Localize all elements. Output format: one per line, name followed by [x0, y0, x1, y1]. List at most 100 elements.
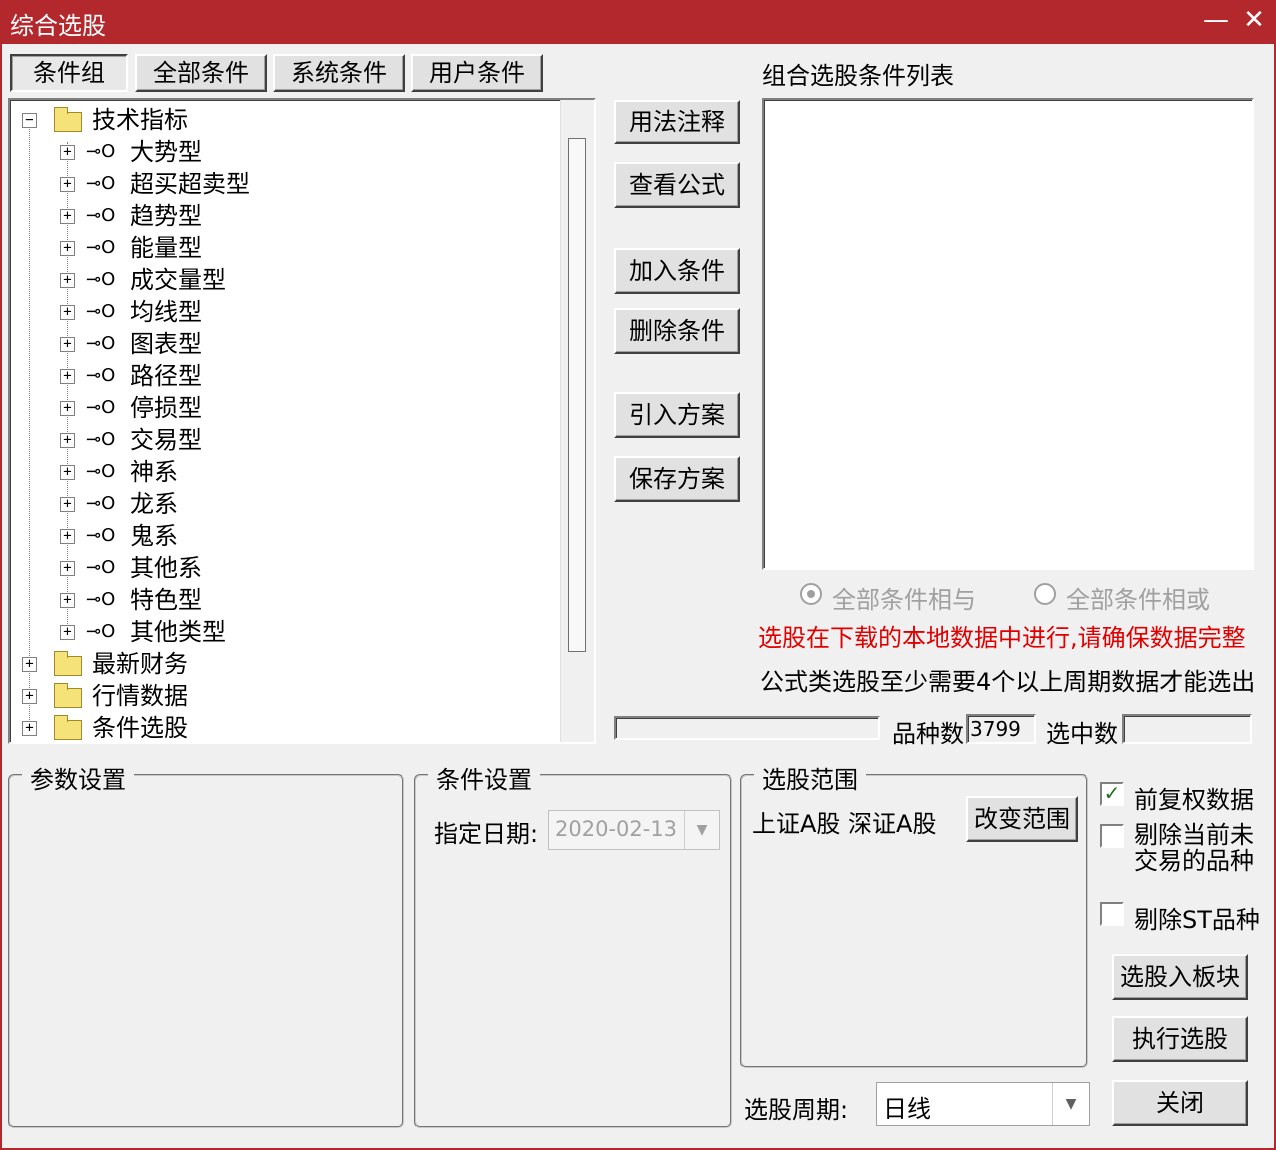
expand-icon[interactable]: + — [60, 433, 75, 448]
tree-node-finance[interactable]: + 最新财务 — [10, 648, 550, 680]
tree-node-label: 最新财务 — [92, 650, 188, 678]
tab-all-conditions[interactable]: 全部条件 — [135, 54, 267, 92]
condition-list-title: 组合选股条件列表 — [762, 62, 954, 90]
expand-icon[interactable]: + — [60, 273, 75, 288]
tree-node-child[interactable]: + ⊸O 交易型 — [10, 424, 550, 456]
folder-icon — [54, 107, 82, 132]
key-icon: ⊸O — [86, 525, 116, 546]
date-picker[interactable]: 2020-02-13 ▼ — [548, 810, 720, 850]
title-bar: 综合选股 — ✕ — [0, 0, 1276, 44]
tree-node-label: 停损型 — [130, 394, 202, 422]
tree-scrollbar[interactable] — [560, 100, 594, 742]
expand-icon[interactable]: + — [60, 625, 75, 640]
progress-bar — [614, 716, 880, 740]
tree-node-child[interactable]: + ⊸O 龙系 — [10, 488, 550, 520]
expand-icon[interactable]: + — [22, 721, 37, 736]
variety-count-label: 品种数 — [892, 720, 964, 748]
tree-node-label: 趋势型 — [130, 202, 202, 230]
condition-list[interactable] — [762, 98, 1254, 570]
tree-node-label: 成交量型 — [130, 266, 226, 294]
expand-icon[interactable]: + — [60, 369, 75, 384]
key-icon: ⊸O — [86, 589, 116, 610]
key-icon: ⊸O — [86, 333, 116, 354]
close-window-button[interactable]: ✕ — [1236, 4, 1272, 38]
delete-condition-button[interactable]: 删除条件 — [614, 308, 740, 354]
exclude-st-checkbox[interactable]: 剔除ST品种 — [1098, 900, 1268, 934]
key-icon: ⊸O — [86, 205, 116, 226]
tree-node-child[interactable]: + ⊸O 路径型 — [10, 360, 550, 392]
tree-node-technical[interactable]: − 技术指标 — [10, 104, 550, 136]
or-radio-label: 全部条件相或 — [1066, 586, 1210, 614]
expand-icon[interactable]: + — [60, 561, 75, 576]
expand-icon[interactable]: + — [60, 529, 75, 544]
add-condition-button[interactable]: 加入条件 — [614, 248, 740, 294]
tree-node-child[interactable]: + ⊸O 特色型 — [10, 584, 550, 616]
tree-node-quotes[interactable]: + 行情数据 — [10, 680, 550, 712]
expand-icon[interactable]: + — [60, 401, 75, 416]
execute-button[interactable]: 执行选股 — [1112, 1016, 1248, 1062]
expand-icon[interactable]: + — [60, 337, 75, 352]
expand-icon[interactable]: + — [22, 689, 37, 704]
tree-node-child[interactable]: + ⊸O 能量型 — [10, 232, 550, 264]
tab-system-conditions[interactable]: 系统条件 — [273, 54, 405, 92]
param-settings-title: 参数设置 — [22, 760, 134, 795]
or-radio[interactable]: 全部条件相或 — [1034, 580, 1234, 614]
expand-icon[interactable]: + — [60, 177, 75, 192]
expand-icon[interactable]: + — [60, 209, 75, 224]
key-icon: ⊸O — [86, 269, 116, 290]
tree-node-child[interactable]: + ⊸O 趋势型 — [10, 200, 550, 232]
expand-icon[interactable]: + — [60, 145, 75, 160]
usage-notes-button[interactable]: 用法注释 — [614, 100, 740, 144]
expand-icon[interactable]: + — [60, 305, 75, 320]
chevron-down-icon[interactable]: ▼ — [684, 811, 719, 849]
scrollbar-thumb[interactable] — [568, 138, 586, 652]
and-radio[interactable]: 全部条件相与 — [800, 580, 1000, 614]
tree-node-condition-select[interactable]: + 条件选股 — [10, 712, 550, 742]
window-title: 综合选股 — [10, 12, 106, 40]
collapse-icon[interactable]: − — [22, 113, 37, 128]
exclude-untraded-label: 剔除当前未交易的品种 — [1134, 821, 1254, 875]
chevron-down-icon[interactable]: ▼ — [1052, 1083, 1089, 1125]
key-icon: ⊸O — [86, 621, 116, 642]
tree-node-child[interactable]: + ⊸O 图表型 — [10, 328, 550, 360]
close-button[interactable]: 关闭 — [1112, 1080, 1248, 1126]
tab-condition-group[interactable]: 条件组 — [10, 54, 128, 92]
pre-adjust-checkbox[interactable]: ✓ 前复权数据 — [1098, 780, 1268, 814]
tree-node-label: 交易型 — [130, 426, 202, 454]
exclude-untraded-checkbox[interactable]: 剔除当前未交易的品种 — [1098, 822, 1268, 878]
tree-node-child[interactable]: + ⊸O 超买超卖型 — [10, 168, 550, 200]
tree-node-child[interactable]: + ⊸O 均线型 — [10, 296, 550, 328]
view-formula-button[interactable]: 查看公式 — [614, 162, 740, 208]
tab-user-conditions[interactable]: 用户条件 — [411, 54, 543, 92]
change-scope-button[interactable]: 改变范围 — [966, 796, 1078, 842]
tree-node-child[interactable]: + ⊸O 大势型 — [10, 136, 550, 168]
expand-icon[interactable]: + — [60, 497, 75, 512]
tree-node-child[interactable]: + ⊸O 成交量型 — [10, 264, 550, 296]
key-icon: ⊸O — [86, 397, 116, 418]
tree-node-label: 技术指标 — [92, 106, 188, 134]
to-block-button[interactable]: 选股入板块 — [1112, 954, 1248, 1000]
exclude-st-label: 剔除ST品种 — [1134, 906, 1260, 934]
checkbox-box — [1100, 824, 1124, 848]
expand-icon[interactable]: + — [60, 241, 75, 256]
tree-node-label: 条件选股 — [92, 714, 188, 742]
tree-node-child[interactable]: + ⊸O 其他类型 — [10, 616, 550, 648]
save-plan-button[interactable]: 保存方案 — [614, 456, 740, 502]
folder-icon — [54, 715, 82, 740]
checkbox-box — [1100, 902, 1124, 926]
param-settings-group — [8, 774, 404, 1128]
tree-node-child[interactable]: + ⊸O 神系 — [10, 456, 550, 488]
tree-node-child[interactable]: + ⊸O 其他系 — [10, 552, 550, 584]
tree-node-label: 其他类型 — [130, 618, 226, 646]
tree-node-label: 图表型 — [130, 330, 202, 358]
condition-tree[interactable]: − 技术指标 + ⊸O 大势型 + ⊸O 超买超卖型 + ⊸O 趋势型 + ⊸O 能量型 + ⊸O… — [8, 98, 596, 744]
expand-icon[interactable]: + — [60, 465, 75, 480]
import-plan-button[interactable]: 引入方案 — [614, 392, 740, 438]
minimize-button[interactable]: — — [1198, 4, 1234, 38]
tree-node-child[interactable]: + ⊸O 鬼系 — [10, 520, 550, 552]
tree-node-child[interactable]: + ⊸O 停损型 — [10, 392, 550, 424]
expand-icon[interactable]: + — [22, 657, 37, 672]
key-icon: ⊸O — [86, 429, 116, 450]
period-select[interactable]: 日线 ▼ — [876, 1082, 1090, 1126]
expand-icon[interactable]: + — [60, 593, 75, 608]
